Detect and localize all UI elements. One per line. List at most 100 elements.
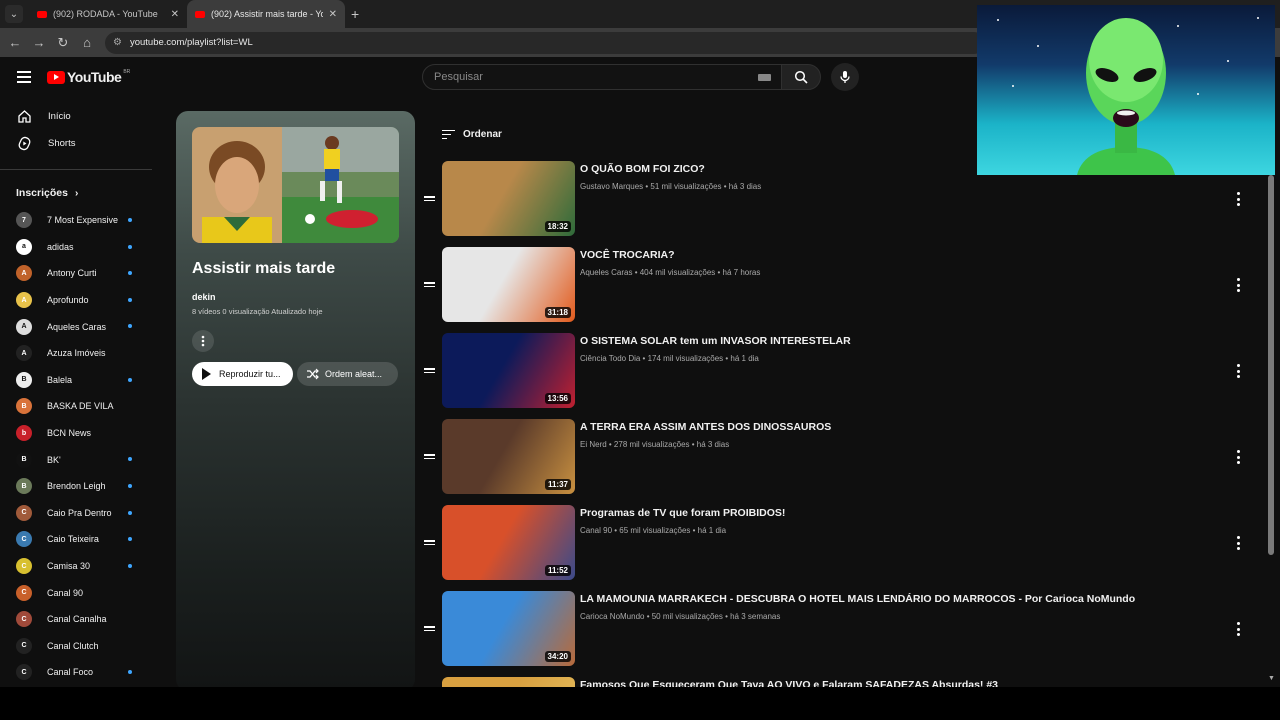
drag-handle-icon[interactable] (424, 368, 435, 374)
drag-handle-icon[interactable] (424, 196, 435, 202)
sidebar-subscription-item[interactable]: A Aqueles Caras (0, 313, 154, 340)
forward-icon[interactable]: → (27, 35, 51, 50)
new-content-dot (128, 271, 132, 276)
channel-name: Balela (47, 374, 73, 385)
sidebar-subscription-item[interactable]: C Camisa 30 (0, 553, 154, 580)
video-meta: Ciência Todo Dia • 174 mil visualizações… (580, 354, 759, 363)
keyboard-icon[interactable] (758, 74, 771, 81)
reload-icon[interactable]: ↻ (51, 35, 75, 51)
youtube-logo[interactable]: YouTube BR (47, 69, 130, 85)
home-browser-icon[interactable]: ⌂ (75, 35, 99, 50)
video-meta: Carioca NoMundo • 50 mil visualizações •… (580, 612, 781, 621)
more-vert-icon[interactable] (1232, 278, 1244, 292)
playlist-video-row[interactable]: 13:56 O SISTEMA SOLAR tem um INVASOR INTE… (420, 333, 1260, 411)
more-vert-icon[interactable] (1232, 450, 1244, 464)
drag-handle-icon[interactable] (424, 454, 435, 460)
sidebar-item-shorts[interactable]: Shorts (0, 130, 154, 157)
sidebar-subscription-item[interactable]: C Caio Teixeira (0, 526, 154, 553)
video-thumbnail[interactable] (442, 677, 575, 687)
video-thumbnail[interactable]: 31:18 (442, 247, 575, 322)
video-thumbnail[interactable]: 11:52 (442, 505, 575, 580)
more-vert-icon (201, 335, 205, 347)
playlist-meta: 8 vídeos 0 visualização Atualizado hoje (192, 307, 323, 316)
search-input[interactable]: Pesquisar (422, 64, 782, 90)
sidebar-subscription-item[interactable]: a adidas (0, 234, 154, 261)
sidebar-subscription-item[interactable]: b BCN News (0, 420, 154, 447)
new-tab-button[interactable]: + (351, 6, 359, 22)
tab-search-button[interactable]: ⌄ (5, 5, 23, 23)
more-vert-icon[interactable] (1232, 622, 1244, 636)
scrollbar[interactable] (1268, 175, 1274, 555)
browser-tab[interactable]: (902) RODADA - YouTube ✕ (29, 0, 187, 28)
back-icon[interactable]: ← (3, 35, 27, 50)
channel-avatar: C (16, 531, 32, 548)
youtube-play-icon (47, 70, 65, 84)
browser-tab-active[interactable]: (902) Assistir mais tarde - YouTube ✕ (187, 0, 345, 28)
playlist-video-row[interactable]: 11:37 A TERRA ERA ASSIM ANTES DOS DINOSSA… (420, 419, 1260, 497)
close-tab-icon[interactable]: ✕ (329, 9, 337, 20)
sidebar-subscription-item[interactable]: B BK' (0, 446, 154, 473)
more-vert-icon[interactable] (1232, 364, 1244, 378)
channel-avatar: B (16, 478, 32, 495)
sidebar-subscription-item[interactable]: C Caio Pra Dentro (0, 500, 154, 527)
sidebar-subscription-item[interactable]: A Antony Curti (0, 260, 154, 287)
sidebar-subscription-item[interactable]: A Aprofundo (0, 287, 154, 314)
sidebar-subscription-item[interactable]: C Canal Canalha (0, 606, 154, 633)
new-content-dot (128, 670, 132, 675)
sidebar-subscription-item[interactable]: A Azuza Imóveis (0, 340, 154, 367)
video-title[interactable]: O QUÃO BOM FOI ZICO? (580, 163, 705, 175)
playlist-more-button[interactable] (192, 330, 214, 352)
channel-avatar: A (16, 265, 32, 282)
new-content-dot (128, 483, 132, 488)
playlist-video-row[interactable]: 31:18 VOCÊ TROCARIA? Aqueles Caras • 404 m… (420, 247, 1260, 325)
sort-button[interactable]: Ordenar (442, 129, 502, 140)
video-duration: 31:18 (544, 307, 571, 318)
video-meta: Gustavo Marques • 51 mil visualizações •… (580, 182, 762, 191)
new-content-dot (128, 537, 132, 542)
sidebar-subscription-item[interactable]: B BASKA DE VILA (0, 393, 154, 420)
video-thumbnail[interactable]: 18:32 (442, 161, 575, 236)
drag-handle-icon[interactable] (424, 540, 435, 546)
playlist-owner[interactable]: dekin (192, 292, 216, 302)
sidebar-item-home[interactable]: Início (0, 103, 154, 130)
video-duration: 34:20 (544, 651, 571, 662)
menu-icon[interactable] (17, 71, 31, 83)
video-title[interactable]: LA MAMOUNIA MARRAKECH - DESCUBRA O HOTEL… (580, 593, 1135, 605)
more-vert-icon[interactable] (1232, 192, 1244, 206)
video-title[interactable]: A TERRA ERA ASSIM ANTES DOS DINOSSAUROS (580, 421, 831, 433)
sidebar-subscription-item[interactable]: B Balela (0, 367, 154, 394)
playlist-video-row[interactable]: 34:20 LA MAMOUNIA MARRAKECH - DESCUBRA O … (420, 591, 1260, 669)
playlist-video-row[interactable]: 11:52 Programas de TV que foram PROIBIDOS… (420, 505, 1260, 583)
video-title[interactable]: Programas de TV que foram PROIBIDOS! (580, 507, 785, 519)
subscriptions-heading[interactable]: Inscrições › (0, 182, 154, 204)
drag-handle-icon[interactable] (424, 282, 435, 288)
channel-name: Camisa 30 (47, 561, 91, 572)
video-thumbnail[interactable]: 13:56 (442, 333, 575, 408)
video-title[interactable]: VOCÊ TROCARIA? (580, 249, 675, 261)
close-tab-icon[interactable]: ✕ (171, 9, 179, 20)
site-info-icon[interactable]: ⚙ (113, 37, 122, 48)
sidebar-subscription-item[interactable]: C Canal Clutch (0, 633, 154, 660)
voice-search-button[interactable] (831, 63, 859, 91)
address-bar[interactable]: ⚙ youtube.com/playlist?list=WL (105, 31, 985, 54)
video-title[interactable]: Famosos Que Esqueceram Que Tava AO VIVO … (580, 679, 998, 687)
sidebar-subscription-item[interactable]: B Brendon Leigh (0, 473, 154, 500)
sidebar-subscription-item[interactable]: C Canal Foco (0, 659, 154, 686)
scroll-down-arrow-icon[interactable]: ▼ (1268, 675, 1275, 682)
channel-name: Canal 90 (47, 587, 84, 598)
video-title[interactable]: O SISTEMA SOLAR tem um INVASOR INTERESTE… (580, 335, 851, 347)
channel-name: Canal Canalha (47, 614, 107, 625)
search-button[interactable] (781, 64, 821, 90)
sidebar-subscription-item[interactable]: C Canal 90 (0, 579, 154, 606)
playlist-video-row[interactable]: Famosos Que Esqueceram Que Tava AO VIVO … (420, 677, 1260, 687)
sidebar-divider (0, 169, 152, 170)
video-thumbnail[interactable]: 34:20 (442, 591, 575, 666)
channel-name: BCN News (47, 428, 92, 439)
drag-handle-icon[interactable] (424, 626, 435, 632)
sidebar-subscription-item[interactable]: 7 7 Most Expensive (0, 207, 154, 234)
play-all-button[interactable]: Reproduzir tu... (192, 362, 293, 386)
more-vert-icon[interactable] (1232, 536, 1244, 550)
video-thumbnail[interactable]: 11:37 (442, 419, 575, 494)
playlist-thumbnail[interactable] (192, 127, 399, 243)
shuffle-button[interactable]: Ordem aleat... (297, 362, 398, 386)
